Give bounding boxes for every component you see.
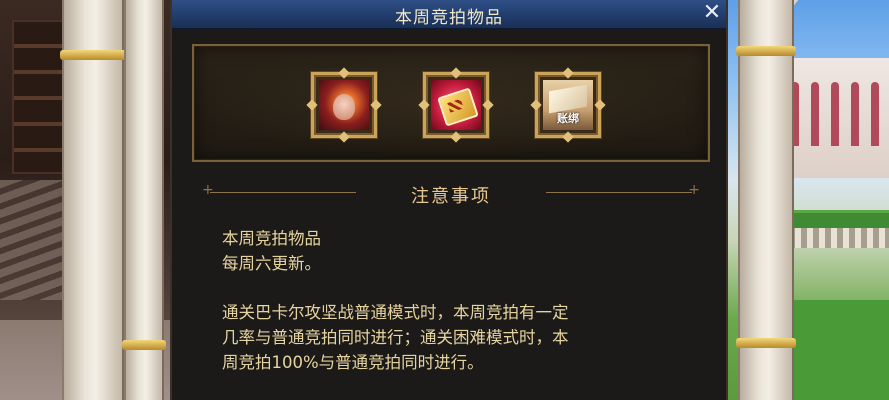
pillar-left-inner (122, 0, 166, 400)
gift-card-icon (431, 80, 481, 130)
notice-line: 通关巴卡尔攻坚战普通模式时，本周竞拍有一定 (222, 303, 569, 322)
pillar-left-outer (60, 0, 126, 400)
item-slot-2[interactable] (418, 67, 494, 143)
pillar-gold-band (736, 338, 796, 348)
balustrade (783, 228, 889, 248)
weekly-auction-dialog: 本周竞拍物品 ✕ 账绑 + 注意事项 + 本周竞拍物品 每周六更新。 通关巴卡尔… (170, 0, 728, 400)
notice-header: + 注意事项 + (202, 182, 700, 207)
notice-heading: 注意事项 (411, 186, 491, 207)
item-slot-3[interactable]: 账绑 (530, 67, 606, 143)
notice-line: 本周竞拍物品 (222, 229, 321, 248)
auction-items-panel: 账绑 (192, 44, 710, 162)
pillar-gold-band (122, 340, 166, 350)
notice-line: 周竞拍100%与普通竞拍同时进行。 (222, 353, 484, 372)
close-button[interactable]: ✕ (702, 2, 722, 24)
notice-paragraph-1: 本周竞拍物品 每周六更新。 (222, 226, 692, 276)
notice-line: 每周六更新。 (222, 254, 321, 273)
staircase (0, 180, 70, 300)
item-slot-1[interactable] (306, 67, 382, 143)
lawn (783, 300, 889, 400)
pillar-right (736, 0, 796, 400)
account-bound-tag: 账绑 (557, 112, 579, 125)
package-box-icon: 账绑 (543, 80, 593, 130)
pillar-gold-band (736, 46, 796, 56)
bookshelf (12, 20, 64, 174)
plus-ornament-icon: + (688, 182, 700, 198)
title-bar: 本周竞拍物品 ✕ (172, 0, 726, 29)
pillar-gold-band (60, 50, 126, 60)
notice-line: 几率与普通竞拍同时进行；通关困难模式时，本 (222, 328, 569, 347)
divider (546, 192, 692, 193)
character-portrait-icon (319, 80, 369, 130)
dialog-title: 本周竞拍物品 (395, 8, 503, 28)
notice-paragraph-2: 通关巴卡尔攻坚战普通模式时，本周竞拍有一定 几率与普通竞拍同时进行；通关困难模式… (222, 300, 692, 375)
